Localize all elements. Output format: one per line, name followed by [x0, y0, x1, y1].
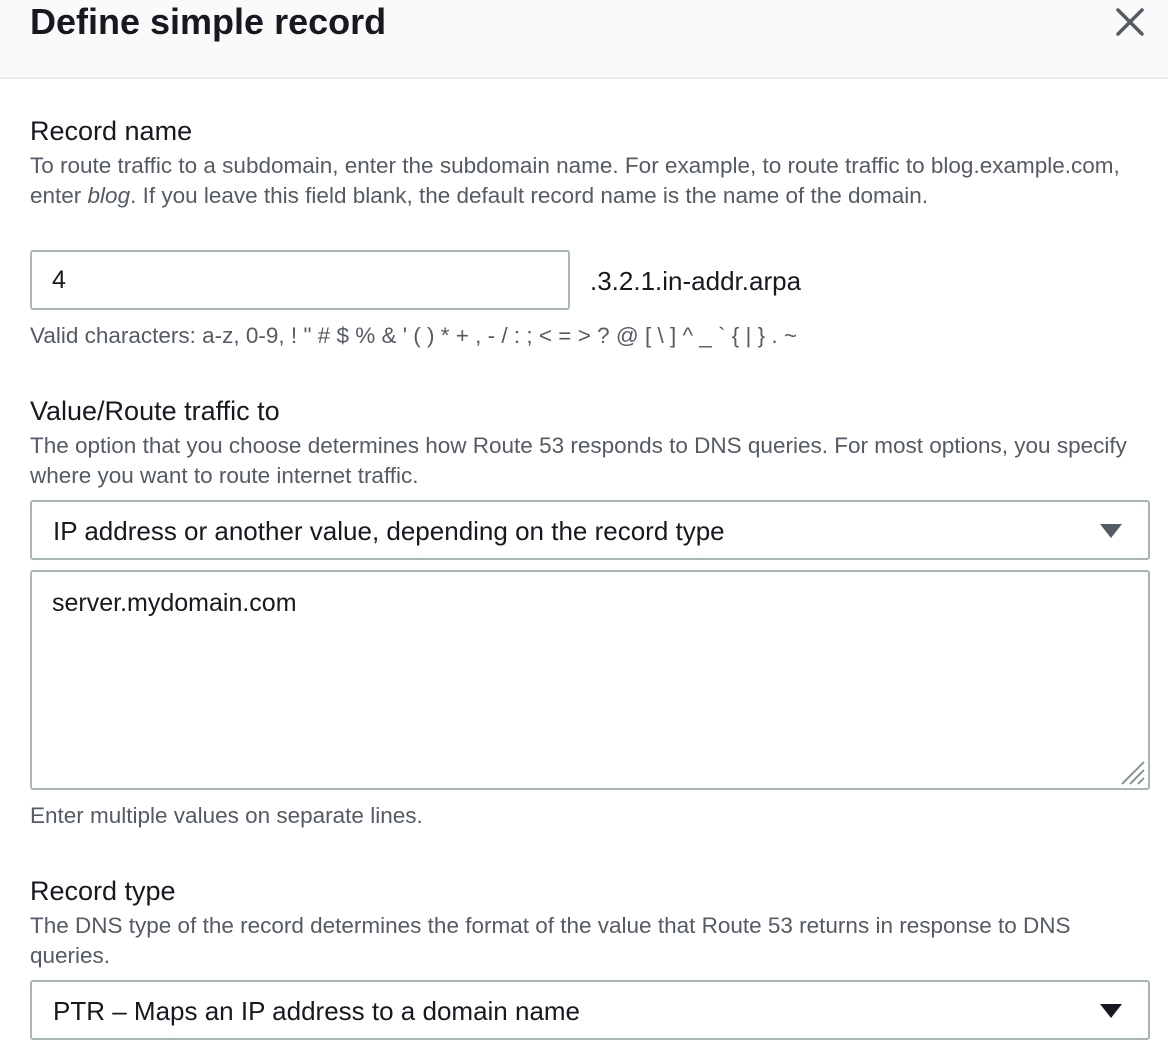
close-button[interactable] — [1110, 2, 1150, 42]
record-value-hint: Enter multiple values on separate lines. — [30, 803, 423, 828]
dialog-title: Define simple record — [30, 1, 387, 42]
caret-down-icon — [1100, 524, 1122, 538]
dialog-header: Define simple record — [0, 0, 1168, 79]
record-name-input[interactable]: 4 — [30, 250, 570, 310]
record-name-description-emphasis: blog — [87, 183, 131, 208]
record-type-select[interactable]: PTR – Maps an IP address to a domain nam… — [30, 980, 1150, 1040]
value-route-label: Value/Route traffic to — [30, 396, 280, 426]
record-value-textarea[interactable]: server.mydomain.com — [30, 570, 1150, 790]
resize-grip-icon[interactable] — [1118, 758, 1146, 786]
record-type-selected-value: PTR – Maps an IP address to a domain nam… — [53, 996, 581, 1026]
record-name-hint: Valid characters: a-z, 0-9, ! " # $ % & … — [30, 323, 798, 348]
route-traffic-selected-value: IP address or another value, depending o… — [53, 516, 725, 546]
record-type-description: The DNS type of the record determines th… — [30, 913, 1071, 968]
record-name-description: To route traffic to a subdomain, enter t… — [30, 151, 1145, 211]
record-name-label: Record name — [30, 116, 193, 146]
value-route-description: The option that you choose determines ho… — [30, 433, 1127, 488]
caret-down-icon — [1100, 1004, 1122, 1018]
record-name-suffix: .3.2.1.in-addr.arpa — [590, 266, 802, 296]
record-name-description-part2: . If you leave this field blank, the def… — [130, 183, 929, 208]
route-traffic-select[interactable]: IP address or another value, depending o… — [30, 500, 1150, 560]
record-type-label: Record type — [30, 876, 176, 906]
record-value-text: server.mydomain.com — [52, 589, 297, 617]
close-icon — [1116, 8, 1144, 36]
